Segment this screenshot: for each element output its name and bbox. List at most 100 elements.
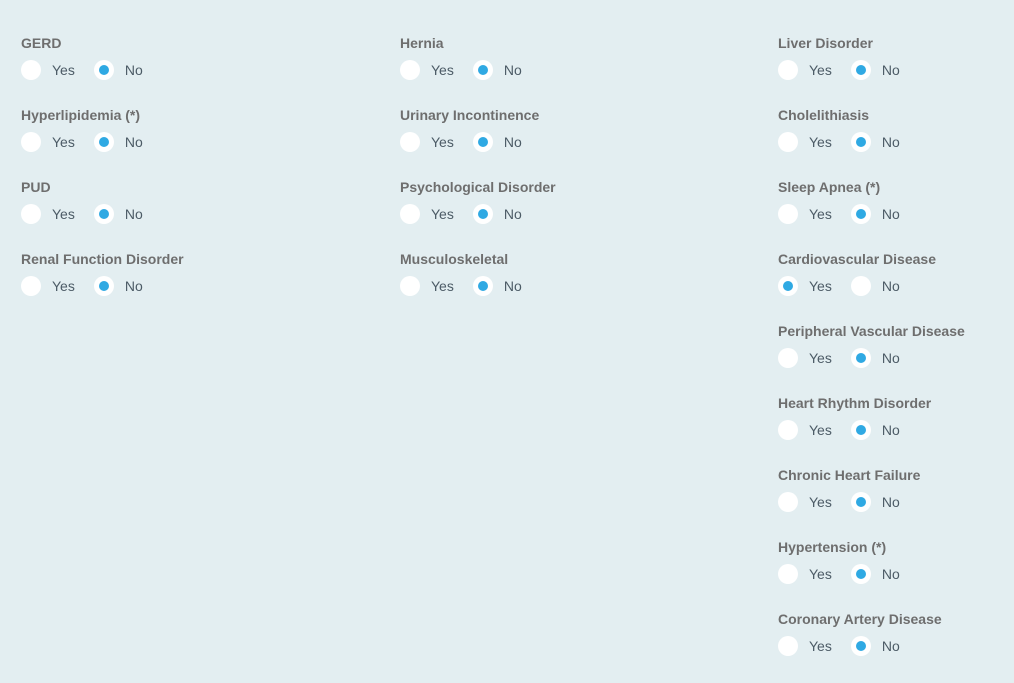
option-label-yes[interactable]: Yes	[809, 350, 832, 366]
radio-button-no[interactable]	[850, 636, 871, 656]
radio-button-yes[interactable]	[778, 132, 798, 152]
radio-button-no[interactable]	[850, 204, 871, 224]
radio-button-yes[interactable]	[400, 132, 420, 152]
urinary-incontinence-no-option[interactable]: No	[472, 132, 522, 152]
option-label-no[interactable]: No	[125, 134, 143, 150]
option-label-no[interactable]: No	[882, 566, 900, 582]
radio-button-yes[interactable]	[21, 276, 41, 296]
option-label-no[interactable]: No	[882, 206, 900, 222]
option-label-yes[interactable]: Yes	[431, 278, 454, 294]
radio-button-no[interactable]	[93, 132, 114, 152]
option-label-yes[interactable]: Yes	[809, 206, 832, 222]
liver-disorder-no-option[interactable]: No	[850, 60, 900, 80]
chronic-heart-failure-yes-option[interactable]: Yes	[778, 492, 832, 512]
option-label-yes[interactable]: Yes	[809, 62, 832, 78]
cholelithiasis-no-option[interactable]: No	[850, 132, 900, 152]
heart-rhythm-disorder-yes-option[interactable]: Yes	[778, 420, 832, 440]
hernia-yes-option[interactable]: Yes	[400, 60, 454, 80]
radio-button-no[interactable]	[850, 564, 871, 584]
option-label-no[interactable]: No	[882, 638, 900, 654]
sleep-apnea-no-option[interactable]: No	[850, 204, 900, 224]
radio-button-no[interactable]	[850, 348, 871, 368]
option-label-yes[interactable]: Yes	[52, 134, 75, 150]
option-label-yes[interactable]: Yes	[52, 278, 75, 294]
radio-button-no[interactable]	[93, 60, 114, 80]
option-label-no[interactable]: No	[504, 62, 522, 78]
sleep-apnea-yes-option[interactable]: Yes	[778, 204, 832, 224]
option-label-no[interactable]: No	[882, 62, 900, 78]
psychological-disorder-no-option[interactable]: No	[472, 204, 522, 224]
radio-button-yes[interactable]	[400, 276, 420, 296]
gerd-yes-option[interactable]: Yes	[21, 60, 75, 80]
radio-button-yes[interactable]	[778, 204, 798, 224]
radio-button-yes[interactable]	[21, 132, 41, 152]
option-label-no[interactable]: No	[504, 278, 522, 294]
option-label-no[interactable]: No	[504, 206, 522, 222]
option-label-yes[interactable]: Yes	[809, 422, 832, 438]
option-label-yes[interactable]: Yes	[809, 566, 832, 582]
option-label-no[interactable]: No	[125, 62, 143, 78]
hernia-no-option[interactable]: No	[472, 60, 522, 80]
radio-button-no[interactable]	[850, 132, 871, 152]
radio-button-no[interactable]	[850, 60, 871, 80]
option-label-yes[interactable]: Yes	[809, 278, 832, 294]
option-label-no[interactable]: No	[882, 134, 900, 150]
radio-button-yes[interactable]	[21, 60, 41, 80]
radio-button-no[interactable]	[93, 276, 114, 296]
option-label-yes[interactable]: Yes	[431, 206, 454, 222]
gerd-no-option[interactable]: No	[93, 60, 143, 80]
radio-button-yes[interactable]	[400, 204, 420, 224]
heart-rhythm-disorder-no-option[interactable]: No	[850, 420, 900, 440]
coronary-artery-disease-no-option[interactable]: No	[850, 636, 900, 656]
radio-button-yes[interactable]	[778, 564, 798, 584]
radio-button-yes[interactable]	[778, 276, 798, 296]
peripheral-vascular-disease-yes-option[interactable]: Yes	[778, 348, 832, 368]
option-label-yes[interactable]: Yes	[809, 638, 832, 654]
option-label-no[interactable]: No	[882, 422, 900, 438]
hyperlipidemia-yes-option[interactable]: Yes	[21, 132, 75, 152]
radio-button-no[interactable]	[93, 204, 114, 224]
radio-button-yes[interactable]	[778, 348, 798, 368]
chronic-heart-failure-no-option[interactable]: No	[850, 492, 900, 512]
cholelithiasis-yes-option[interactable]: Yes	[778, 132, 832, 152]
option-label-no[interactable]: No	[882, 278, 900, 294]
renal-function-disorder-yes-option[interactable]: Yes	[21, 276, 75, 296]
hypertension-no-option[interactable]: No	[850, 564, 900, 584]
radio-button-no[interactable]	[850, 420, 871, 440]
hypertension-yes-option[interactable]: Yes	[778, 564, 832, 584]
option-label-yes[interactable]: Yes	[52, 206, 75, 222]
renal-function-disorder-no-option[interactable]: No	[93, 276, 143, 296]
radio-button-no[interactable]	[472, 132, 493, 152]
option-label-no[interactable]: No	[504, 134, 522, 150]
radio-button-yes[interactable]	[778, 420, 798, 440]
peripheral-vascular-disease-no-option[interactable]: No	[850, 348, 900, 368]
radio-button-yes[interactable]	[400, 60, 420, 80]
option-label-yes[interactable]: Yes	[809, 134, 832, 150]
pud-no-option[interactable]: No	[93, 204, 143, 224]
radio-button-yes[interactable]	[778, 492, 798, 512]
radio-button-no[interactable]	[472, 60, 493, 80]
radio-button-yes[interactable]	[778, 636, 798, 656]
musculoskeletal-yes-option[interactable]: Yes	[400, 276, 454, 296]
musculoskeletal-no-option[interactable]: No	[472, 276, 522, 296]
pud-yes-option[interactable]: Yes	[21, 204, 75, 224]
radio-button-yes[interactable]	[778, 60, 798, 80]
option-label-yes[interactable]: Yes	[52, 62, 75, 78]
radio-button-yes[interactable]	[21, 204, 41, 224]
option-label-no[interactable]: No	[125, 278, 143, 294]
cardiovascular-disease-no-option[interactable]: No	[850, 276, 900, 296]
radio-button-no[interactable]	[472, 276, 493, 296]
radio-button-no[interactable]	[850, 492, 871, 512]
liver-disorder-yes-option[interactable]: Yes	[778, 60, 832, 80]
option-label-yes[interactable]: Yes	[431, 62, 454, 78]
option-label-no[interactable]: No	[882, 494, 900, 510]
hyperlipidemia-no-option[interactable]: No	[93, 132, 143, 152]
coronary-artery-disease-yes-option[interactable]: Yes	[778, 636, 832, 656]
option-label-no[interactable]: No	[882, 350, 900, 366]
cardiovascular-disease-yes-option[interactable]: Yes	[778, 276, 832, 296]
option-label-yes[interactable]: Yes	[809, 494, 832, 510]
option-label-yes[interactable]: Yes	[431, 134, 454, 150]
psychological-disorder-yes-option[interactable]: Yes	[400, 204, 454, 224]
radio-button-no[interactable]	[472, 204, 493, 224]
option-label-no[interactable]: No	[125, 206, 143, 222]
